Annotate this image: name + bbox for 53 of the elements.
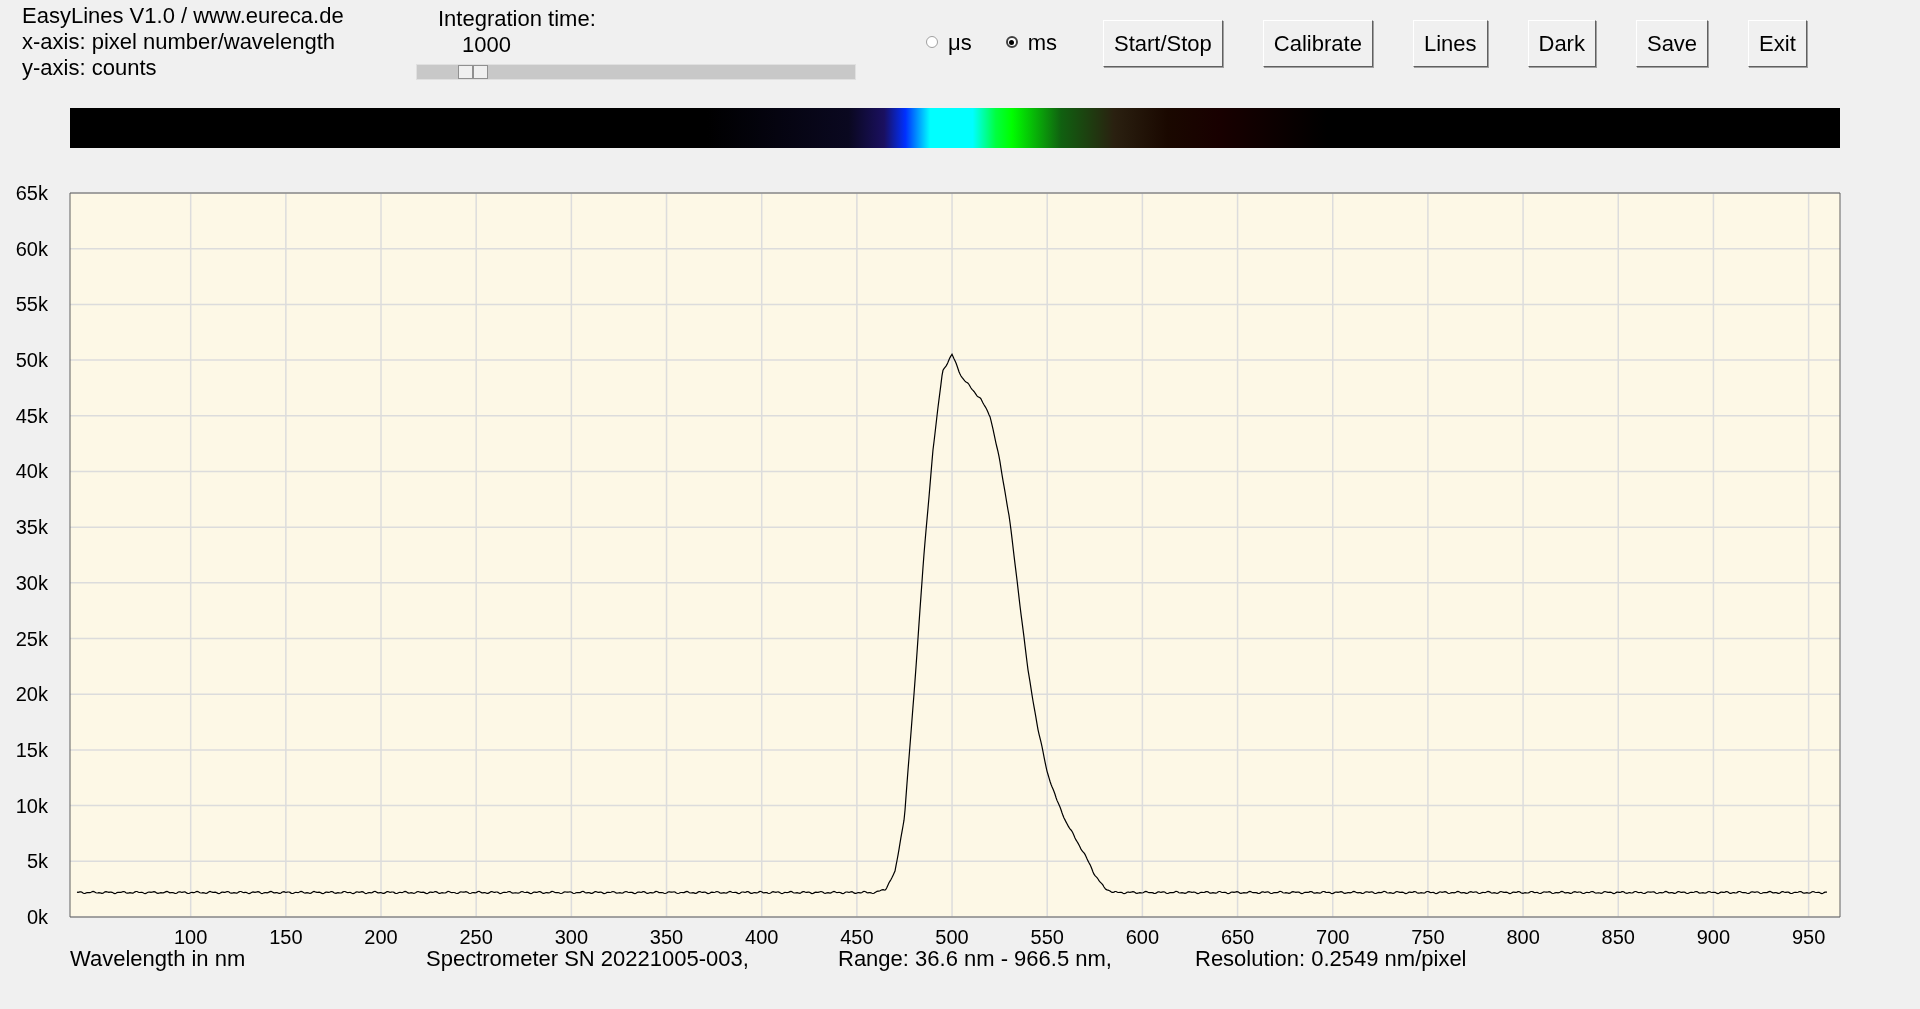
axis-tick-label: 150 — [269, 926, 303, 948]
radio-label: ms — [1027, 28, 1057, 57]
axis-tick-label: 25k — [15, 627, 48, 650]
status-text: Spectrometer SN 20221005-003, — [426, 946, 750, 972]
axis-tick-label: 50k — [15, 349, 48, 372]
axis-tick-label: 20k — [15, 683, 48, 706]
info-text: y-axis: counts — [22, 55, 158, 81]
axis-tick-label: 300 — [554, 926, 589, 948]
radio-button[interactable] — [926, 36, 938, 48]
toolbar-button[interactable]: Start/Stop — [1103, 20, 1223, 67]
axis-tick-label: 0k — [26, 906, 48, 928]
axis-tick-label: 5k — [26, 850, 48, 873]
axis-tick-label: 800 — [1506, 926, 1540, 948]
axis-tick-label: 650 — [1220, 926, 1255, 948]
x-axis-label: Wavelength in nm — [70, 946, 247, 972]
axis-tick-label: 60k — [15, 237, 48, 260]
axis-tick-label: 40k — [15, 460, 48, 483]
toolbar-button[interactable]: Calibrate — [1262, 20, 1373, 67]
axis-tick-label: 550 — [1030, 926, 1064, 948]
axis-tick-label: 750 — [1411, 926, 1445, 948]
axis-tick-label: 30k — [15, 571, 48, 594]
status-text: Resolution: 0.2549 nm/pixel — [1195, 946, 1467, 972]
axis-tick-label: 45k — [15, 404, 48, 427]
axis-tick-label: 100 — [174, 926, 208, 948]
axis-tick-label: 400 — [745, 926, 779, 948]
axis-tick-label: 35k — [15, 516, 48, 539]
axis-tick-label: 15k — [15, 738, 48, 761]
axis-tick-label: 350 — [649, 926, 684, 948]
slider-track[interactable] — [416, 64, 856, 80]
axis-tick-label: 950 — [1791, 926, 1826, 948]
toolbar-button[interactable]: Dark — [1527, 20, 1596, 67]
axis-tick-label: 450 — [840, 926, 874, 948]
axis-tick-label: 65k — [15, 182, 48, 204]
info-text: x-axis: pixel number/wavelength — [22, 29, 337, 55]
radio-button[interactable] — [1005, 36, 1018, 48]
radio-label: μs — [948, 28, 972, 57]
axis-tick-label: 500 — [935, 926, 969, 948]
info-text: EasyLines V1.0 / www.eureca.de — [22, 3, 345, 29]
axis-tick-label: 850 — [1601, 926, 1635, 948]
axis-tick-label: 250 — [459, 926, 493, 948]
axis-tick-label: 600 — [1125, 926, 1160, 948]
axis-tick-label: 55k — [15, 293, 48, 316]
axis-tick-label: 700 — [1316, 926, 1350, 948]
toolbar-button[interactable]: Exit — [1748, 20, 1807, 67]
slider-thumb[interactable] — [458, 65, 488, 79]
integration-label: Integration time: — [438, 6, 597, 32]
axis-tick-label: 200 — [364, 926, 398, 948]
axis-tick-label: 900 — [1696, 926, 1731, 948]
status-text: Range: 36.6 nm - 966.5 nm, — [838, 946, 1113, 972]
axis-tick-label: 10k — [15, 794, 48, 817]
toolbar-button[interactable]: Lines — [1412, 20, 1488, 67]
integration-value: 1000 — [462, 32, 512, 58]
toolbar-button[interactable]: Save — [1635, 20, 1709, 67]
